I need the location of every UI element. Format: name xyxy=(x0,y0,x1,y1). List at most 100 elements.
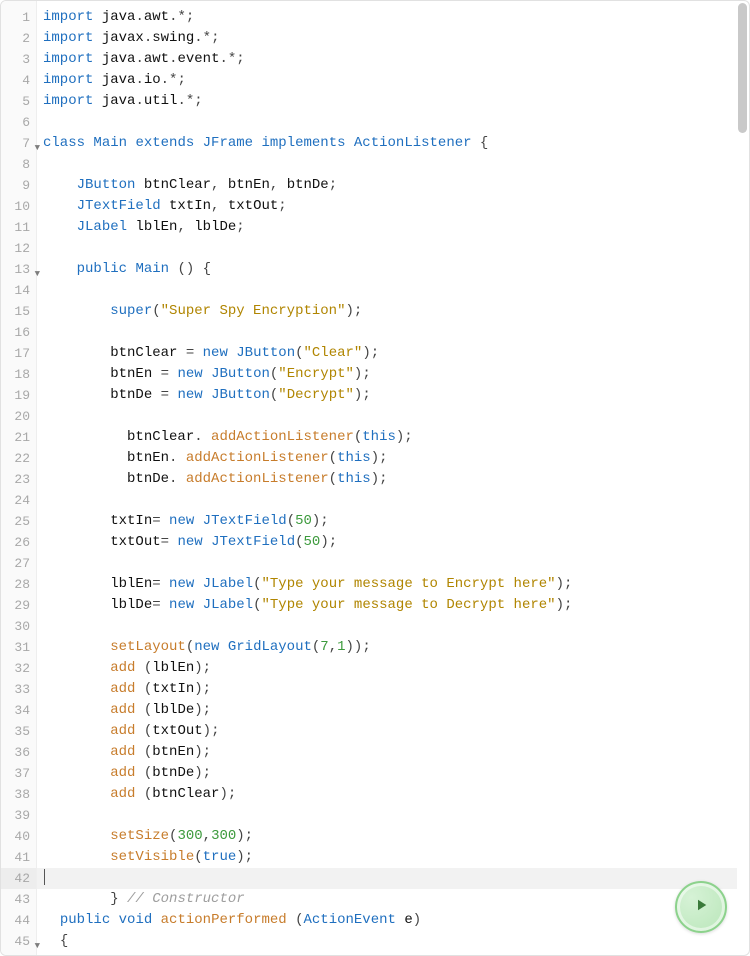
code-line[interactable]: JTextField txtIn, txtOut; xyxy=(43,196,737,217)
code-line[interactable] xyxy=(43,616,737,637)
code-line[interactable]: public Main () { xyxy=(43,259,737,280)
code-line[interactable]: add (btnClear); xyxy=(43,784,737,805)
line-number: 42 xyxy=(1,868,36,889)
token-ident: btnEn xyxy=(127,450,169,466)
token-call: add xyxy=(110,702,135,718)
vertical-scrollbar[interactable] xyxy=(738,3,747,133)
token-punct: ); xyxy=(194,702,211,718)
code-line[interactable]: setVisible(true); xyxy=(43,847,737,868)
code-line[interactable]: import java.awt.event.*; xyxy=(43,49,737,70)
code-line[interactable]: import java.util.*; xyxy=(43,91,737,112)
token-call: addActionListener xyxy=(186,450,329,466)
code-line[interactable]: btnDe. addActionListener(this); xyxy=(43,469,737,490)
token-punct: . xyxy=(135,51,143,67)
line-number: 4 xyxy=(1,70,36,91)
line-number: 37 xyxy=(1,763,36,784)
code-line[interactable]: txtIn= new JTextField(50); xyxy=(43,511,737,532)
run-button[interactable] xyxy=(675,881,727,933)
line-number: 33 xyxy=(1,679,36,700)
line-number: 11 xyxy=(1,217,36,238)
code-line[interactable] xyxy=(43,406,737,427)
token-str: "Type your message to Decrypt here" xyxy=(262,597,556,613)
token-punct: , xyxy=(211,177,228,193)
token-punct: . xyxy=(144,30,152,46)
code-line[interactable] xyxy=(43,868,737,889)
line-number: 36 xyxy=(1,742,36,763)
line-number: 16 xyxy=(1,322,36,343)
code-editor[interactable]: 1234567▼8910111213▼141516171819202122232… xyxy=(0,0,750,956)
token-op: = xyxy=(152,513,160,529)
code-line[interactable]: import java.io.*; xyxy=(43,70,737,91)
token-punct xyxy=(194,576,202,592)
line-number: 21 xyxy=(1,427,36,448)
token-str: "Decrypt" xyxy=(278,387,354,403)
code-line[interactable]: class Main extends JFrame implements Act… xyxy=(43,133,737,154)
token-ident: lblDe xyxy=(152,702,194,718)
code-line[interactable]: add (txtIn); xyxy=(43,679,737,700)
code-line[interactable] xyxy=(43,280,737,301)
token-punct: ); xyxy=(312,513,329,529)
play-icon xyxy=(692,896,710,919)
code-line[interactable]: add (btnEn); xyxy=(43,742,737,763)
code-line[interactable] xyxy=(43,490,737,511)
code-line[interactable]: lblDe= new JLabel("Type your message to … xyxy=(43,595,737,616)
token-punct: ); xyxy=(362,345,379,361)
code-line[interactable]: } // Constructor xyxy=(43,889,737,910)
token-ident: txtOut xyxy=(228,198,278,214)
code-line[interactable]: add (txtOut); xyxy=(43,721,737,742)
token-call: add xyxy=(110,744,135,760)
code-line[interactable]: btnClear. addActionListener(this); xyxy=(43,427,737,448)
token-punct: ( xyxy=(287,912,304,928)
code-line[interactable]: JButton btnClear, btnEn, btnDe; xyxy=(43,175,737,196)
line-number: 17 xyxy=(1,343,36,364)
code-line[interactable]: import javax.swing.*; xyxy=(43,28,737,49)
token-punct: . xyxy=(135,9,143,25)
token-punct: ( xyxy=(329,471,337,487)
line-number: 39 xyxy=(1,805,36,826)
token-kw: public xyxy=(77,261,127,277)
code-line[interactable] xyxy=(43,238,737,259)
code-line[interactable]: add (lblEn); xyxy=(43,658,737,679)
token-punct: ); xyxy=(371,471,388,487)
code-line[interactable]: btnEn = new JButton("Encrypt"); xyxy=(43,364,737,385)
token-op: = xyxy=(161,534,169,550)
token-punct: ( xyxy=(295,345,303,361)
code-line[interactable] xyxy=(43,805,737,826)
token-type: JButton xyxy=(211,366,270,382)
code-line[interactable]: btnDe = new JButton("Decrypt"); xyxy=(43,385,737,406)
code-line[interactable]: btnClear = new JButton("Clear"); xyxy=(43,343,737,364)
token-punct xyxy=(110,912,118,928)
code-line[interactable]: public void actionPerformed (ActionEvent… xyxy=(43,910,737,931)
code-line[interactable]: JLabel lblEn, lblDe; xyxy=(43,217,737,238)
token-num: 300 xyxy=(211,828,236,844)
line-number: 23 xyxy=(1,469,36,490)
code-line[interactable]: setSize(300,300); xyxy=(43,826,737,847)
token-punct: ); xyxy=(556,597,573,613)
code-line[interactable]: { xyxy=(43,931,737,952)
code-line[interactable] xyxy=(43,553,737,574)
code-line[interactable] xyxy=(43,322,737,343)
code-line[interactable]: add (btnDe); xyxy=(43,763,737,784)
token-ident: util xyxy=(144,93,178,109)
token-punct: ( xyxy=(135,786,152,802)
code-line[interactable]: add (lblDe); xyxy=(43,700,737,721)
token-punct: . xyxy=(169,450,186,466)
line-number: 9 xyxy=(1,175,36,196)
token-punct xyxy=(194,345,202,361)
token-punct: . xyxy=(135,93,143,109)
code-area[interactable]: import java.awt.*;import javax.swing.*;i… xyxy=(37,1,737,955)
code-line[interactable] xyxy=(43,154,737,175)
code-line[interactable] xyxy=(43,112,737,133)
token-type: GridLayout xyxy=(228,639,312,655)
code-line[interactable]: btnEn. addActionListener(this); xyxy=(43,448,737,469)
code-line[interactable]: super("Super Spy Encryption"); xyxy=(43,301,737,322)
line-number: 44 xyxy=(1,910,36,931)
code-line[interactable]: txtOut= new JTextField(50); xyxy=(43,532,737,553)
token-punct: ); xyxy=(354,366,371,382)
line-number: 22 xyxy=(1,448,36,469)
code-line[interactable]: import java.awt.*; xyxy=(43,7,737,28)
token-ident: e xyxy=(404,912,412,928)
code-line[interactable]: setLayout(new GridLayout(7,1)); xyxy=(43,637,737,658)
code-line[interactable]: lblEn= new JLabel("Type your message to … xyxy=(43,574,737,595)
line-number: 26 xyxy=(1,532,36,553)
